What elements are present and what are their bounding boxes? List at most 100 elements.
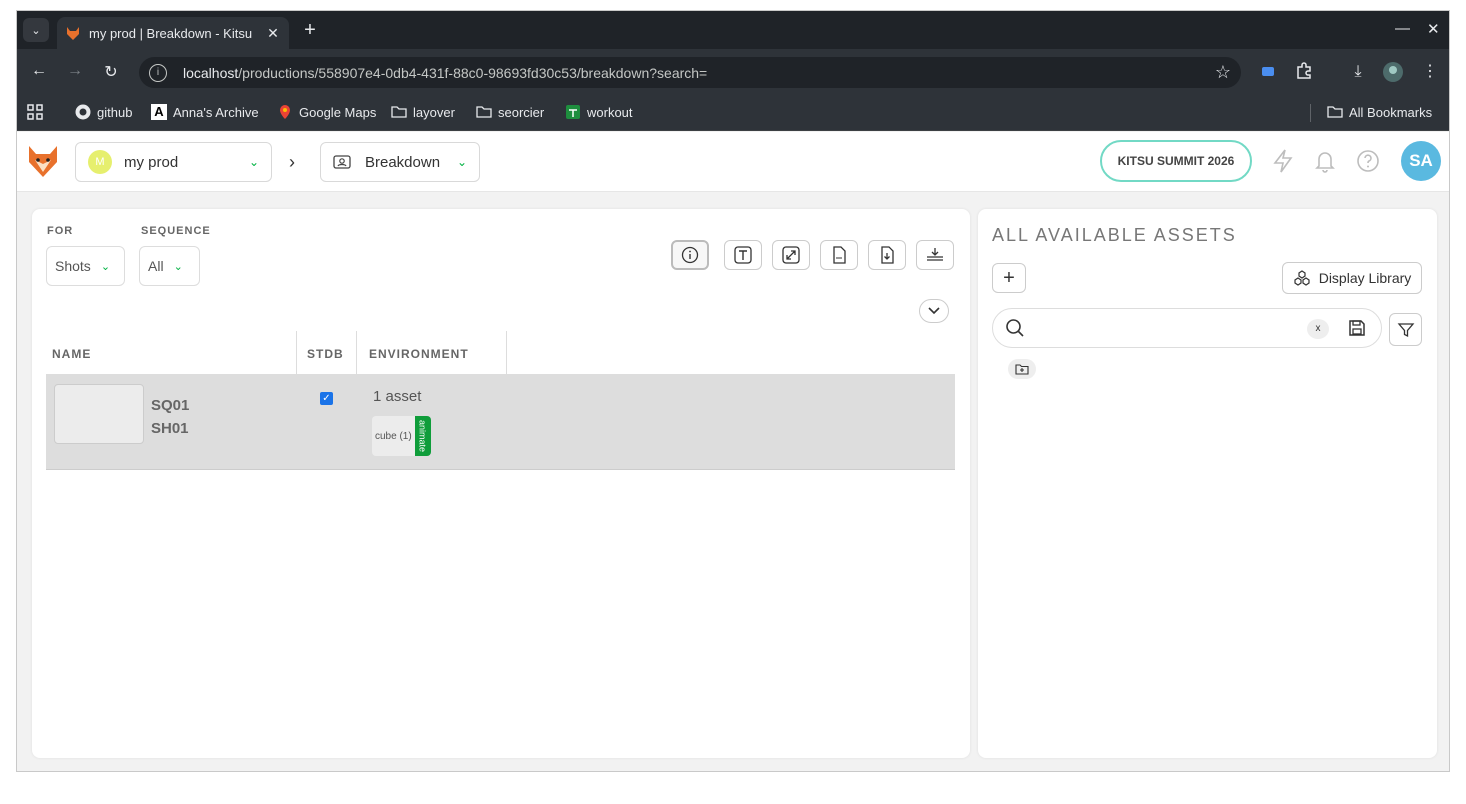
forward-icon[interactable]: → [65,62,85,80]
filter-icon [1397,322,1414,337]
reload-icon[interactable]: ↻ [101,62,121,82]
bookmark-layover[interactable]: layover [391,104,455,120]
browser-menu-icon[interactable]: ⋮ [1419,61,1441,83]
text-icon [734,246,752,264]
display-library-button[interactable]: Display Library [1282,262,1422,294]
apps-grid-icon[interactable] [27,104,43,120]
shot-thumbnail[interactable] [54,384,144,444]
browser-window: ⌄ my prod | Breakdown - Kitsu ✕ + — ✕ ← … [16,10,1450,772]
address-bar[interactable]: i localhost/productions/558907e4-0db4-43… [139,57,1241,88]
save-search-icon[interactable] [1347,318,1367,338]
csv-file-icon [833,246,846,264]
breakdown-panel: FOR Shots ⌄ SEQUENCE All ⌄ NAME STDB ENV… [32,209,970,758]
export-csv-button[interactable] [820,240,858,270]
kitsu-logo-icon[interactable] [27,144,59,178]
site-info-icon[interactable]: i [149,63,167,82]
section-selector[interactable]: Breakdown ⌄ [320,142,480,182]
import-button[interactable] [868,240,906,270]
folder-icon [1327,106,1343,118]
kitsu-favicon-icon [67,27,79,40]
expand-button[interactable] [772,240,810,270]
library-icon [1294,270,1310,286]
help-icon[interactable] [1355,149,1381,175]
breakdown-table: NAME STDB ENVIRONMENT SQ01 SH01 ✓ 1 asse… [46,331,955,470]
all-bookmarks-label: All Bookmarks [1349,104,1433,120]
bookmark-seorcier[interactable]: seorcier [476,104,544,120]
kitsu-summit-button[interactable]: KITSU SUMMIT 2026 [1100,140,1252,182]
add-folder-button[interactable] [1008,359,1036,379]
folder-icon [476,106,492,118]
bookmark-label: Anna's Archive [173,104,259,120]
production-selector[interactable]: M my prod ⌄ [75,142,272,182]
user-avatar[interactable]: SA [1401,141,1441,181]
chevron-down-icon [928,307,940,315]
asset-chip-name: cube (1) [372,416,415,456]
clear-search-button[interactable]: x [1307,319,1329,339]
bookmark-annas-archive[interactable]: A Anna's Archive [151,104,259,120]
lightning-icon[interactable] [1270,149,1296,175]
download-icon[interactable]: ⤓ [1347,61,1369,83]
bookmark-github[interactable]: github [75,104,132,120]
bookmark-divider [1310,104,1311,122]
bookmark-google-maps[interactable]: Google Maps [277,104,376,120]
minimize-icon[interactable]: — [1395,20,1410,37]
asset-chip[interactable]: cube (1) animate [372,416,431,456]
tab-search-button[interactable]: ⌄ [23,18,49,42]
chevron-down-icon: ⌄ [456,155,467,169]
section-name: Breakdown [365,153,441,171]
column-stdb[interactable]: STDB [307,347,344,361]
all-bookmarks[interactable]: All Bookmarks [1327,104,1432,120]
tab-title: my prod | Breakdown - Kitsu [89,25,253,41]
bookmark-workout[interactable]: workout [565,104,633,120]
text-mode-button[interactable] [724,240,762,270]
column-name[interactable]: NAME [52,347,91,361]
url-host: localhost [183,64,239,81]
close-tab-icon[interactable]: ✕ [265,25,281,42]
extension-icon[interactable] [1257,61,1279,83]
back-icon[interactable]: ← [29,62,49,80]
available-assets-panel: ALL AVAILABLE ASSETS + Display Library x [978,209,1437,758]
bookmark-label: github [97,104,133,120]
sheets-icon [566,105,580,119]
close-window-icon[interactable]: ✕ [1427,20,1440,38]
bell-icon[interactable] [1312,149,1338,175]
bookmark-star-icon[interactable]: ☆ [1215,62,1231,83]
info-button[interactable] [671,240,709,270]
stack-icon [927,248,943,261]
extensions-puzzle-icon[interactable] [1293,61,1315,83]
collapse-toggle-button[interactable] [919,299,949,323]
asset-count: 1 asset [373,388,422,405]
browser-tab[interactable]: my prod | Breakdown - Kitsu ✕ [57,17,289,49]
bookmark-label: seorcier [498,104,545,120]
panel-title: ALL AVAILABLE ASSETS [992,225,1237,245]
filter-button[interactable] [1389,313,1422,346]
chevron-right-icon: › [289,152,295,172]
map-pin-icon [280,105,290,119]
search-icon [1006,319,1024,337]
bookmark-label: layover [413,104,455,120]
for-value: Shots [55,258,91,274]
asset-search-field[interactable]: x [992,308,1382,348]
column-environment[interactable]: ENVIRONMENT [369,347,469,361]
folder-plus-icon [1015,364,1029,375]
annas-archive-icon: A [151,104,167,120]
bookmark-label: workout [587,104,633,120]
sequence-label: SEQUENCE [141,225,211,237]
stdb-checkbox[interactable]: ✓ [320,392,333,405]
asset-task-label: animate [414,416,431,456]
app-header: M my prod ⌄ › Breakdown ⌄ KITSU SUMMIT 2… [17,132,1449,192]
github-icon [75,104,91,120]
chevron-down-icon: ⌄ [100,260,111,273]
bulk-edit-button[interactable] [916,240,954,270]
profile-avatar-icon[interactable] [1382,61,1404,83]
new-tab-button[interactable]: + [299,20,321,40]
for-label: FOR [47,225,74,237]
add-asset-button[interactable]: + [992,263,1026,293]
import-file-icon [881,246,894,264]
url-path: /productions/558907e4-0db4-431f-88c0-986… [238,64,708,81]
for-selector[interactable]: Shots ⌄ [46,246,125,286]
sequence-selector[interactable]: All ⌄ [139,246,200,286]
table-row[interactable]: SQ01 SH01 ✓ 1 asset cube (1) animate [46,376,955,470]
info-icon [681,246,699,264]
shot-name[interactable]: SQ01 SH01 [151,394,189,440]
